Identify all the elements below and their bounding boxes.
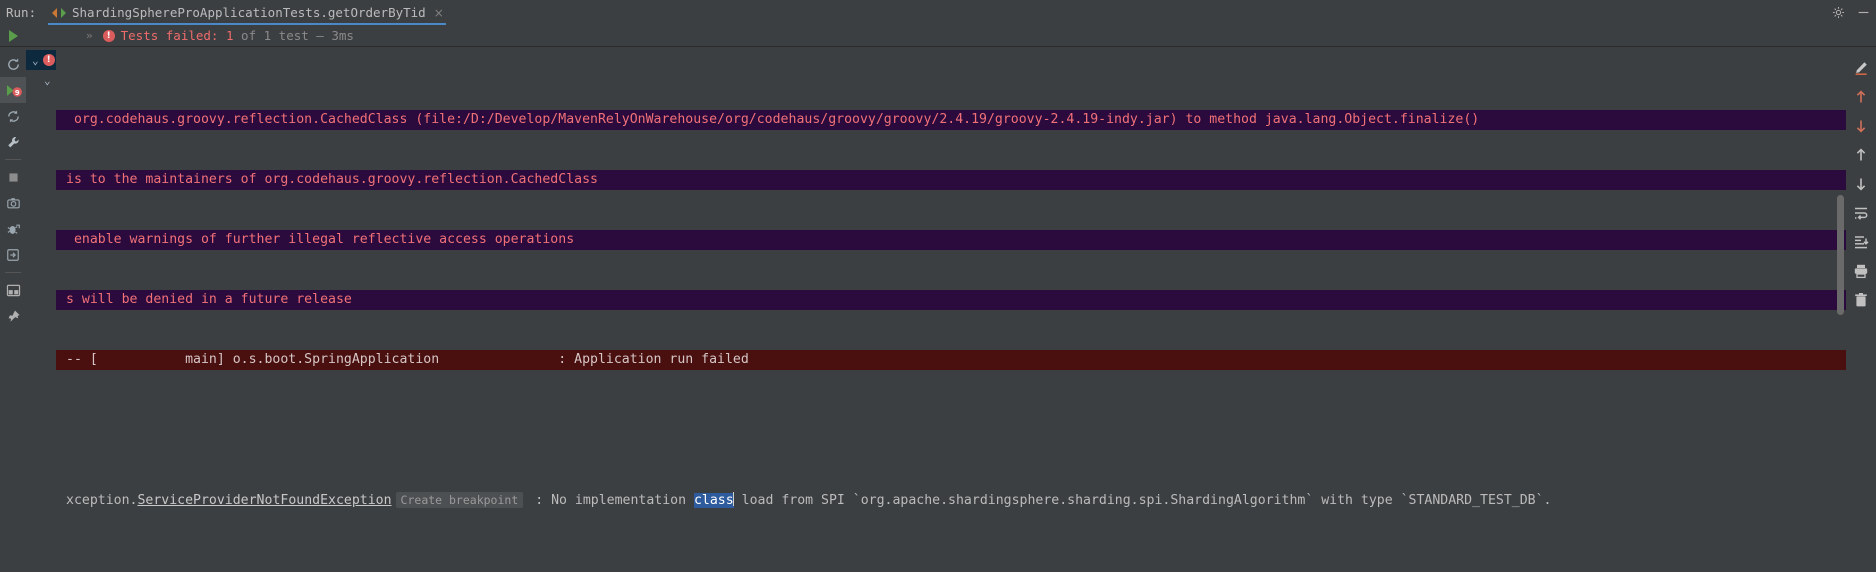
chevron-down-icon-2[interactable]: ⌄ (44, 74, 51, 87)
selected-word[interactable]: class (693, 493, 734, 508)
tests-failed-label: Tests failed: (120, 28, 226, 43)
console-line-exception[interactable]: xception.ServiceProviderNotFoundExceptio… (56, 490, 1846, 510)
fold-row-expanded[interactable]: ⌄ ! (26, 50, 56, 70)
rerun-failed-tests-icon[interactable]: 9 (0, 77, 26, 103)
tab-active-underline (48, 23, 446, 25)
console-right-toolbar (1846, 47, 1876, 572)
soft-wrap-icon[interactable] (1846, 53, 1876, 82)
console-line-warn-1: org.codehaus.groovy.reflection.CachedCla… (56, 110, 1846, 130)
toolbar-separator (5, 159, 21, 160)
run-left-toolbar: 9 (0, 47, 26, 572)
next-occurrence-icon[interactable] (1846, 111, 1876, 140)
rerun-icon[interactable] (0, 51, 26, 77)
rerun-play-icon[interactable] (0, 29, 26, 42)
run-window-body: 9 ⌄ ! ⌄ org.codehaus.groovy.reflection.C… (0, 47, 1876, 572)
console-line-application-run-failed: -- [ main] o.s.boot.SpringApplication : … (56, 350, 1846, 370)
console-line-warn-4: s will be denied in a future release (56, 290, 1846, 310)
tests-failed-count: 1 (225, 28, 234, 43)
stop-icon[interactable] (0, 164, 26, 190)
run-tool-window: Run: ShardingSphereProApplicationTests.g… (0, 0, 1876, 572)
scroll-to-end-icon[interactable] (1846, 227, 1876, 256)
console-line-warn-2: is to the maintainers of org.codehaus.gr… (56, 170, 1846, 190)
tab-title: ShardingSphereProApplicationTests.getOrd… (72, 5, 426, 20)
console-vertical-scrollbar[interactable] (1837, 195, 1844, 315)
status-error-icon: ! (102, 29, 115, 42)
console-line-warn-3: enable warnings of further illegal refle… (56, 230, 1846, 250)
export-snapshot-icon[interactable] (0, 190, 26, 216)
gutter-error-icon: ! (42, 54, 55, 66)
test-status-bar: » ! Tests failed: 1 of 1 test – 3ms (0, 25, 1876, 47)
expand-chevrons-icon[interactable]: » (86, 29, 93, 42)
pin-tab-icon[interactable] (0, 303, 26, 329)
use-soft-wraps-icon[interactable] (1846, 198, 1876, 227)
test-settings-icon[interactable] (0, 129, 26, 155)
console-fold-gutter: ⌄ ! ⌄ (26, 47, 56, 572)
exception-prefix: xception. (66, 493, 138, 508)
run-tool-window-tabbar: Run: ShardingSphereProApplicationTests.g… (0, 0, 1876, 25)
previous-occurrence-icon[interactable] (1846, 82, 1876, 111)
create-breakpoint-button[interactable]: Create breakpoint (395, 492, 524, 508)
close-icon[interactable]: × (434, 6, 444, 20)
toggle-auto-test-icon[interactable] (0, 103, 26, 129)
print-icon[interactable] (1846, 256, 1876, 285)
exception-link[interactable]: ServiceProviderNotFoundException (137, 493, 391, 508)
chevron-down-icon[interactable]: ⌄ (32, 54, 39, 67)
exception-message-head: : No implementation (527, 493, 694, 508)
debug-icon[interactable] (0, 216, 26, 242)
scroll-down-icon[interactable] (1846, 169, 1876, 198)
layout-settings-icon[interactable] (0, 277, 26, 303)
svg-text:9: 9 (14, 88, 19, 96)
toolbar-separator-2 (5, 272, 21, 273)
console-output[interactable]: org.codehaus.groovy.reflection.CachedCla… (56, 47, 1846, 572)
run-tab-icon (52, 7, 66, 19)
fold-row-collapsed[interactable]: ⌄ (26, 70, 56, 90)
window-buttons (1832, 0, 1870, 25)
console-panel: org.codehaus.groovy.reflection.CachedCla… (56, 47, 1846, 572)
clear-all-icon[interactable] (1846, 285, 1876, 314)
run-label: Run: (6, 5, 37, 20)
exception-message-tail: load from SPI `org.apache.shardingsphere… (733, 493, 1552, 508)
import-tests-icon[interactable] (0, 242, 26, 268)
gear-icon[interactable] (1832, 6, 1845, 19)
tab-sharding-sphere-test[interactable]: ShardingSphereProApplicationTests.getOrd… (44, 0, 450, 25)
tests-total-label: of 1 test – 3ms (233, 28, 354, 43)
test-status-text: Tests failed: 1 of 1 test – 3ms (121, 28, 354, 43)
hide-icon[interactable] (1857, 6, 1870, 19)
scroll-up-icon[interactable] (1846, 140, 1876, 169)
